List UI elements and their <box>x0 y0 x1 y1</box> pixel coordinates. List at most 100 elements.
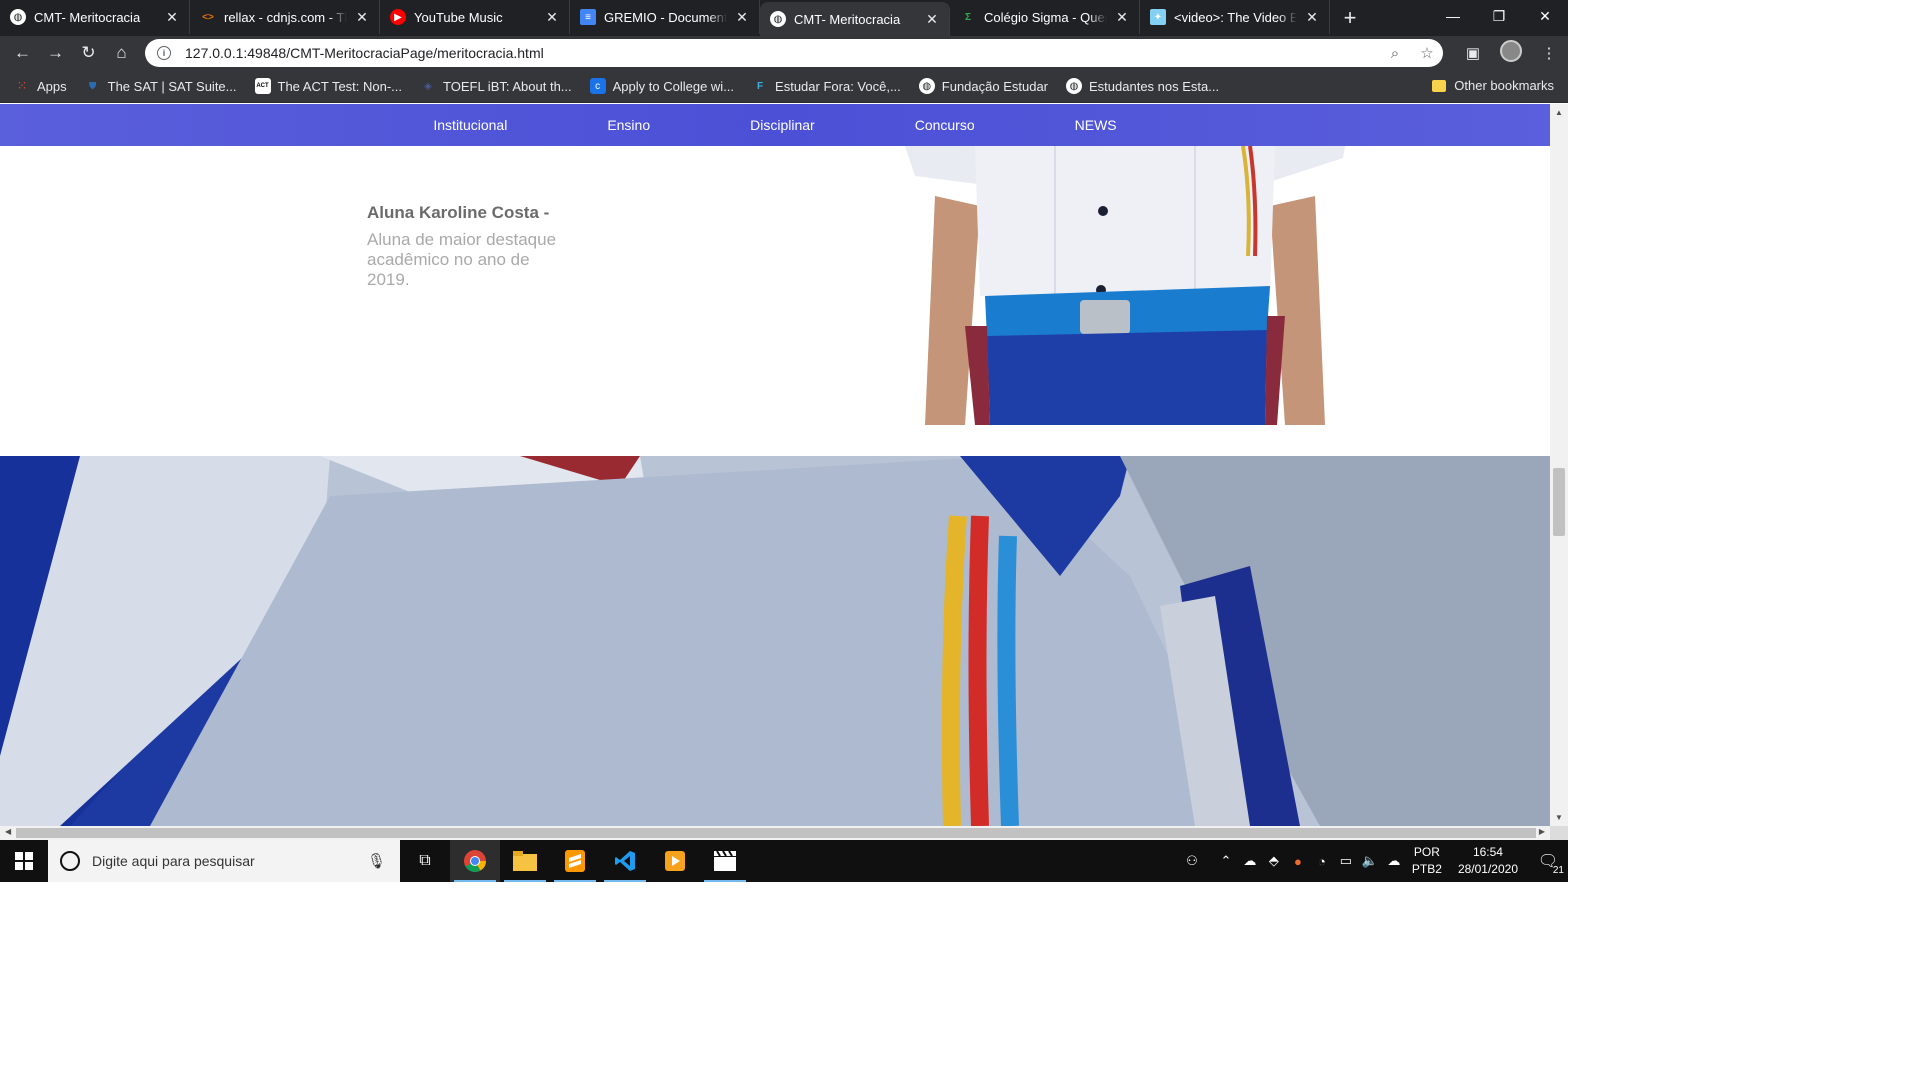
uniform-closeup-photo <box>0 456 1550 826</box>
site-navbar: Institucional Ensino Disciplinar Concurs… <box>0 104 1550 146</box>
tab-0[interactable]: ◍ CMT- Meritocracia ✕ <box>0 0 190 34</box>
input-language[interactable]: POR PTB2 <box>1412 844 1442 878</box>
menu-kebab-icon[interactable]: ⋮ <box>1530 44 1568 62</box>
tab-1[interactable]: <> rellax - cdnjs.com - The ✕ <box>190 0 380 34</box>
cortana-icon <box>60 851 80 871</box>
youtube-music-icon: ▶ <box>390 9 406 25</box>
folder-icon <box>1432 79 1447 92</box>
scroll-up-arrow-icon[interactable]: ▲ <box>1550 108 1568 117</box>
taskbar-video-editor[interactable] <box>700 840 750 882</box>
bookmark-toefl[interactable]: ◈ TOEFL iBT: About th... <box>420 78 572 94</box>
taskbar-clock[interactable]: 16:54 28/01/2020 <box>1458 844 1518 878</box>
onedrive-error-icon[interactable]: ☁ <box>1238 853 1262 869</box>
other-bookmarks[interactable]: Other bookmarks <box>1432 78 1554 93</box>
forward-arrow-icon[interactable]: → <box>39 38 72 68</box>
taskbar-media-player[interactable] <box>650 840 700 882</box>
bookmark-estudantes[interactable]: ◍ Estudantes nos Esta... <box>1066 78 1219 94</box>
nav-disciplinar[interactable]: Disciplinar <box>750 117 815 133</box>
taskbar-sublime[interactable] <box>550 840 600 882</box>
bookmark-apps[interactable]: ⁙ Apps <box>14 78 67 94</box>
globe-icon: ◍ <box>770 11 786 27</box>
cloud-icon[interactable]: ☁ <box>1382 853 1406 869</box>
bookmark-commonapp[interactable]: c Apply to College wi... <box>589 78 734 94</box>
tab-5[interactable]: Σ Colégio Sigma - Quem ✕ <box>950 0 1140 34</box>
volume-icon[interactable]: 🔈 <box>1358 853 1382 869</box>
tab-2[interactable]: ▶ YouTube Music ✕ <box>380 0 570 34</box>
horizontal-scroll-thumb[interactable] <box>16 828 1536 838</box>
clock-date: 28/01/2020 <box>1457 862 1518 876</box>
scroll-left-arrow-icon[interactable]: ◀ <box>5 827 11 836</box>
nav-news[interactable]: NEWS <box>1075 117 1117 133</box>
windows-start-button[interactable] <box>0 840 48 882</box>
app-tray-icon[interactable]: ● <box>1286 854 1310 869</box>
back-arrow-icon[interactable]: ← <box>6 38 39 68</box>
bookmark-label: TOEFL iBT: About th... <box>443 78 572 94</box>
code-icon: <> <box>202 11 214 23</box>
bookmark-fundacao[interactable]: ◍ Fundação Estudar <box>918 78 1049 94</box>
ef-icon: F <box>756 80 764 92</box>
clapperboard-icon <box>714 851 736 871</box>
tab-3[interactable]: ≡ GREMIO - Documento ✕ <box>570 0 760 34</box>
bookmark-estudar-fora[interactable]: F Estudar Fora: Você,... <box>752 78 901 94</box>
battery-icon[interactable]: ▭ <box>1334 853 1358 869</box>
nav-concurso[interactable]: Concurso <box>915 117 975 133</box>
taskbar-chrome[interactable] <box>450 840 500 882</box>
bookmark-act[interactable]: ACT The ACT Test: Non-... <box>254 78 402 94</box>
bookmark-sat[interactable]: ⛊ The SAT | SAT Suite... <box>85 78 237 94</box>
bookmark-star-icon[interactable]: ☆ <box>1411 44 1443 62</box>
reload-icon[interactable]: ↻ <box>72 38 105 68</box>
nav-institucional[interactable]: Institucional <box>433 117 507 133</box>
new-tab-button[interactable]: + <box>1330 0 1370 36</box>
mdn-icon: ✦ <box>1150 9 1166 25</box>
microphone-icon[interactable]: 🎙 <box>367 852 386 870</box>
address-bar[interactable]: i 127.0.0.1:49848/CMT-MeritocraciaPage/m… <box>145 39 1443 67</box>
zoom-icon[interactable]: ⌕ <box>1379 45 1411 62</box>
close-window-icon[interactable]: ✕ <box>1522 0 1568 32</box>
language-code: POR <box>1413 845 1440 859</box>
home-icon[interactable]: ⌂ <box>105 38 138 68</box>
close-tab-icon[interactable]: ✕ <box>165 9 179 26</box>
tab-6[interactable]: ✦ <video>: The Video Em ✕ <box>1140 0 1330 34</box>
tab-title: Colégio Sigma - Quem <box>984 9 1107 25</box>
action-center-button[interactable]: 🗨 21 <box>1528 840 1568 882</box>
apps-grid-icon: ⁙ <box>16 78 28 93</box>
close-tab-icon[interactable]: ✕ <box>925 11 939 28</box>
folder-icon <box>513 851 537 871</box>
taskbar-vscode[interactable] <box>600 840 650 882</box>
dropbox-icon[interactable]: ⬘ <box>1262 853 1286 869</box>
search-placeholder: Digite aqui para pesquisar <box>92 853 255 869</box>
media-player-icon <box>665 851 685 871</box>
url-text[interactable]: 127.0.0.1:49848/CMT-MeritocraciaPage/mer… <box>185 45 1379 61</box>
tab-title: GREMIO - Documento <box>604 9 727 25</box>
taskbar-file-explorer[interactable] <box>500 840 550 882</box>
window-controls: — ❐ ✕ <box>1430 0 1568 32</box>
close-tab-icon[interactable]: ✕ <box>1115 9 1129 26</box>
restore-icon[interactable]: ❐ <box>1476 0 1522 32</box>
site-info-icon[interactable]: i <box>157 46 171 60</box>
scroll-right-arrow-icon[interactable]: ▶ <box>1539 827 1545 836</box>
toolbar-right: ▣ ⋮ <box>1454 36 1568 70</box>
scroll-down-arrow-icon[interactable]: ▼ <box>1550 813 1568 822</box>
vertical-scrollbar[interactable]: ▲ ▼ <box>1550 104 1568 826</box>
extension-icon[interactable]: ▣ <box>1454 44 1492 62</box>
close-tab-icon[interactable]: ✕ <box>735 9 749 26</box>
close-tab-icon[interactable]: ✕ <box>1305 9 1319 26</box>
people-icon[interactable]: ⚇ <box>1180 853 1204 869</box>
profile-avatar[interactable] <box>1492 40 1530 66</box>
student-name: Aluna Karoline Costa - <box>367 203 550 222</box>
vertical-scroll-thumb[interactable] <box>1553 468 1565 536</box>
horizontal-scrollbar[interactable]: ◀ ▶ <box>0 826 1550 840</box>
bookmark-label: Fundação Estudar <box>941 78 1049 94</box>
wifi-icon[interactable]: ◔ <box>1310 854 1334 869</box>
close-tab-icon[interactable]: ✕ <box>545 9 559 26</box>
task-view-button[interactable]: ⧉ <box>400 840 450 882</box>
minimize-icon[interactable]: — <box>1430 0 1476 32</box>
taskbar-search-box[interactable]: Digite aqui para pesquisar 🎙 <box>48 840 400 882</box>
vscode-icon <box>615 851 635 871</box>
tab-4-active[interactable]: ◍ CMT- Meritocracia ✕ <box>760 2 950 36</box>
chevron-up-icon[interactable]: ⌃ <box>1214 853 1238 869</box>
nav-ensino[interactable]: Ensino <box>607 117 650 133</box>
browser-toolbar: ← → ↻ ⌂ i 127.0.0.1:49848/CMT-Meritocrac… <box>0 36 1568 70</box>
other-bookmarks-label: Other bookmarks <box>1454 78 1554 93</box>
close-tab-icon[interactable]: ✕ <box>355 9 369 26</box>
